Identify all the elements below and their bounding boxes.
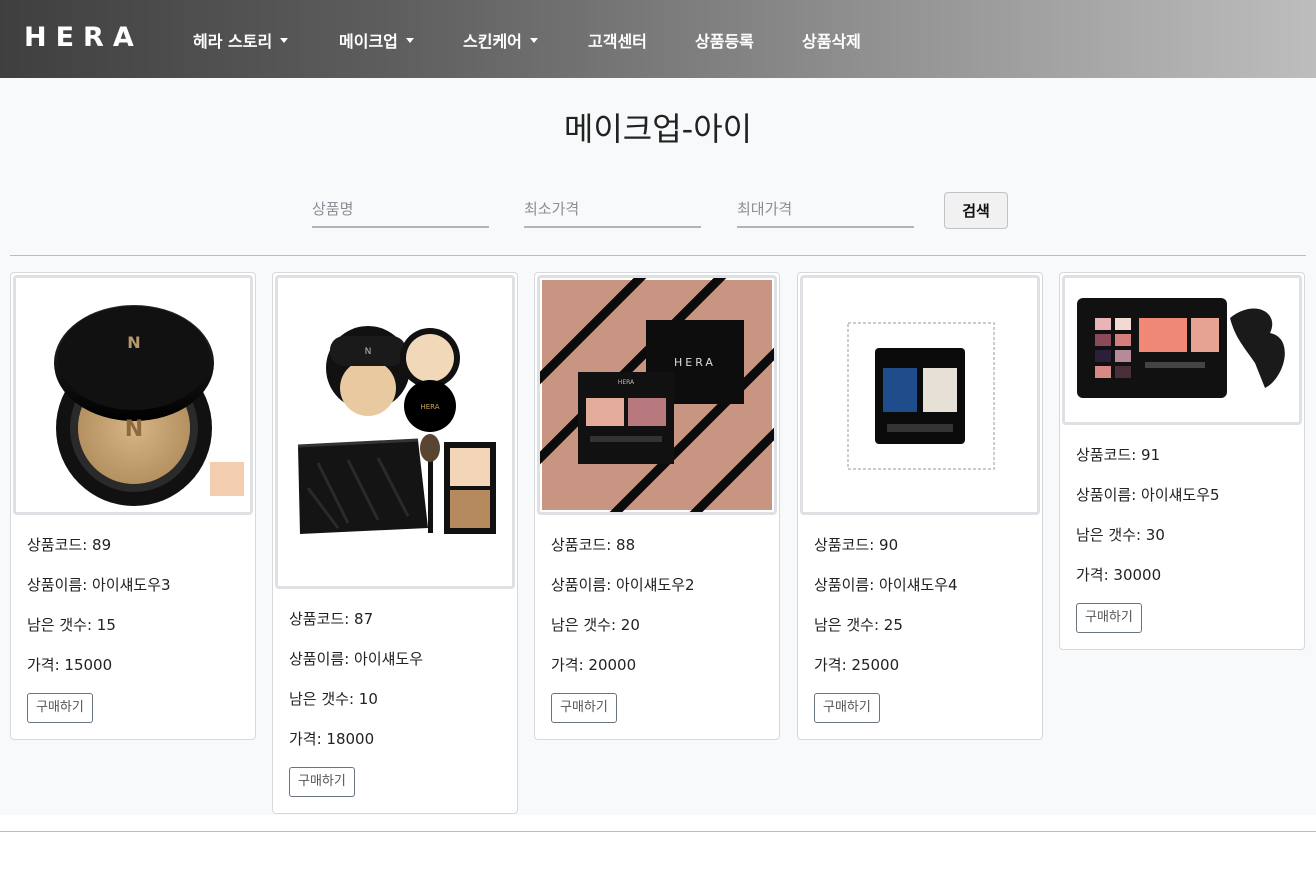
product-card: HERA HERA 상품코드: 88 상품이름: 아이섀도우2 남은 갯수: 2… xyxy=(534,272,780,740)
card-body: 상품코드: 91 상품이름: 아이섀도우5 남은 갯수: 30 가격: 3000… xyxy=(1060,427,1304,649)
product-card: N HERA 상품코드: 87 상품이름: 아이섀도우 남은 갯수: 10 가격… xyxy=(272,272,518,814)
svg-text:N: N xyxy=(365,347,372,357)
card-body: 상품코드: 88 상품이름: 아이섀도우2 남은 갯수: 20 가격: 2000… xyxy=(535,517,779,739)
card-body: 상품코드: 89 상품이름: 아이섀도우3 남은 갯수: 15 가격: 1500… xyxy=(11,517,255,739)
min-price-input[interactable] xyxy=(524,192,701,228)
buy-button[interactable]: 구매하기 xyxy=(27,693,93,723)
nav-item-label: 고객센터 xyxy=(588,32,647,51)
search-button[interactable]: 검색 xyxy=(944,192,1008,229)
nav-item-label: 상품등록 xyxy=(695,32,754,51)
caret-down-icon xyxy=(529,37,538,43)
product-stock: 남은 갯수: 10 xyxy=(289,690,378,708)
makeup-set-icon: N HERA xyxy=(278,278,512,586)
product-price: 가격: 18000 xyxy=(289,730,375,748)
product-name-input[interactable] xyxy=(312,192,489,228)
product-price: 가격: 15000 xyxy=(27,656,113,674)
product-stock: 남은 갯수: 15 xyxy=(27,616,116,634)
product-image[interactable] xyxy=(1062,275,1302,425)
product-stock: 남은 갯수: 20 xyxy=(551,616,640,634)
nav-item-label: 헤라 스토리 xyxy=(193,32,273,51)
nav-item-label: 스킨케어 xyxy=(463,32,522,51)
buy-button[interactable]: 구매하기 xyxy=(814,693,880,723)
caret-down-icon xyxy=(280,37,289,43)
product-card: 상품코드: 90 상품이름: 아이섀도우4 남은 갯수: 25 가격: 2500… xyxy=(797,272,1043,740)
product-name: 상품이름: 아이섀도우5 xyxy=(1076,486,1220,504)
product-price: 가격: 25000 xyxy=(814,656,900,674)
divider xyxy=(10,255,1306,256)
buy-button[interactable]: 구매하기 xyxy=(289,767,355,797)
main-content: 메이크업-아이 검색 N N xyxy=(0,78,1316,815)
eyeshadow-duo-pink-icon: HERA HERA xyxy=(540,278,774,512)
nav-item-label: 상품삭제 xyxy=(802,32,861,51)
nav-item-customer-center[interactable]: 고객센터 xyxy=(588,28,647,52)
page-title: 메이크업-아이 xyxy=(563,110,753,148)
product-card: N N 상품코드: 89 상품이름: 아이섀도우3 남은 갯수: 15 가격: … xyxy=(10,272,256,740)
svg-text:HERA: HERA xyxy=(674,356,716,369)
product-name: 상품이름: 아이섀도우2 xyxy=(551,576,695,594)
nav-item-product-delete[interactable]: 상품삭제 xyxy=(802,28,861,52)
buy-button[interactable]: 구매하기 xyxy=(551,693,617,723)
svg-text:N: N xyxy=(127,333,140,352)
cushion-compact-icon: N N xyxy=(16,278,250,512)
caret-down-icon xyxy=(405,37,414,43)
product-image[interactable]: HERA HERA xyxy=(537,275,777,515)
product-stock: 남은 갯수: 25 xyxy=(814,616,903,634)
product-code: 상품코드: 88 xyxy=(551,536,636,554)
eyeshadow-palette-icon xyxy=(1065,278,1299,422)
nav-item-product-register[interactable]: 상품등록 xyxy=(695,28,754,52)
footer-divider xyxy=(0,831,1316,832)
product-name: 상품이름: 아이섀도우 xyxy=(289,650,424,668)
product-code: 상품코드: 91 xyxy=(1076,446,1161,464)
nav-item-label: 메이크업 xyxy=(339,32,398,51)
product-code: 상품코드: 87 xyxy=(289,610,374,628)
buy-button[interactable]: 구매하기 xyxy=(1076,603,1142,633)
svg-text:N: N xyxy=(125,417,143,442)
brand-logo[interactable]: HERA xyxy=(24,22,143,53)
svg-text:HERA: HERA xyxy=(420,403,439,411)
eyeshadow-duo-blue-icon xyxy=(803,278,1037,512)
product-code: 상품코드: 89 xyxy=(27,536,112,554)
card-body: 상품코드: 90 상품이름: 아이섀도우4 남은 갯수: 25 가격: 2500… xyxy=(798,517,1042,739)
max-price-input[interactable] xyxy=(737,192,914,228)
product-price: 가격: 30000 xyxy=(1076,566,1162,584)
nav-item-hera-story[interactable]: 헤라 스토리 xyxy=(193,28,289,52)
card-body: 상품코드: 87 상품이름: 아이섀도우 남은 갯수: 10 가격: 18000… xyxy=(273,591,517,813)
product-image[interactable]: N HERA xyxy=(275,275,515,589)
svg-text:HERA: HERA xyxy=(618,379,635,386)
nav-item-skincare[interactable]: 스킨케어 xyxy=(463,28,538,52)
product-name: 상품이름: 아이섀도우4 xyxy=(814,576,958,594)
nav-item-makeup[interactable]: 메이크업 xyxy=(339,28,414,52)
product-card: 상품코드: 91 상품이름: 아이섀도우5 남은 갯수: 30 가격: 3000… xyxy=(1059,272,1305,650)
navbar: HERA 헤라 스토리 메이크업 스킨케어 고객센터 상품등록 상품삭제 xyxy=(0,0,1316,78)
product-name: 상품이름: 아이섀도우3 xyxy=(27,576,171,594)
product-image[interactable] xyxy=(800,275,1040,515)
product-image[interactable]: N N xyxy=(13,275,253,515)
product-price: 가격: 20000 xyxy=(551,656,637,674)
product-stock: 남은 갯수: 30 xyxy=(1076,526,1165,544)
product-code: 상품코드: 90 xyxy=(814,536,899,554)
